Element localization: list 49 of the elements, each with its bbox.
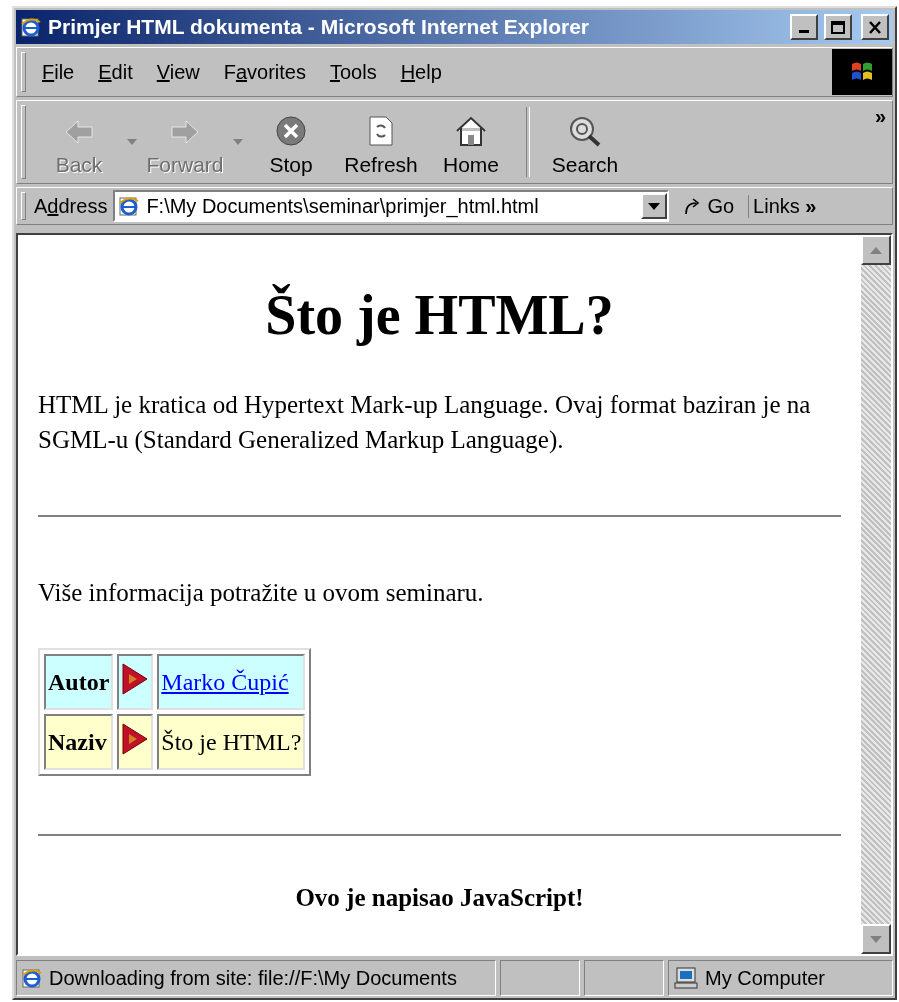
table-cell: Naziv [44,714,114,770]
toolbar-button[interactable]: Stop [246,101,336,183]
scroll-up-button[interactable] [861,235,891,265]
computer-icon [673,966,699,990]
house-icon [454,115,488,147]
ie-logo-icon [21,967,43,989]
links-button[interactable]: Links » [748,194,821,218]
maximize-button[interactable] [824,14,852,40]
zone-text: My Computer [705,966,826,990]
minimize-icon [799,29,809,33]
search-icon [568,115,602,147]
toolbar-overflow-chevron[interactable]: » [868,105,892,128]
paragraph: Više informacija potražite u ovom seminaru. [38,578,485,608]
table-cell: Autor [44,654,114,710]
minimize-button[interactable] [790,14,818,40]
ie-logo-icon [20,16,42,38]
maximize-icon [831,20,845,34]
scroll-down-button[interactable] [861,924,891,954]
close-icon [868,20,882,34]
table-cell: Što je HTML? [157,714,306,770]
address-field[interactable]: F:\My Documents\seminar\primjer_html.html [113,190,670,222]
menu-item[interactable]: Help [392,57,450,87]
menu-item[interactable]: File [34,57,83,87]
close-button[interactable] [861,14,889,40]
menu-item[interactable]: Tools [321,57,385,87]
script-output-text: Ovo je napisao JavaScript! [294,883,585,913]
dropdown-arrow-icon [648,202,661,210]
stop-icon [275,115,307,147]
play-triangle-icon [121,662,150,696]
page-heading: Što je HTML? [264,283,615,347]
paragraph: HTML je kratica od Hypertext Mark-up Language. Ovaj format baziran je na SGML-u (Standard Generalized Markup Language). [38,390,812,456]
menu-item[interactable]: Favorites [215,57,314,87]
toolbar-button[interactable]: Search [540,101,630,183]
ie-logo-icon [118,195,141,217]
up-arrow-icon [870,246,882,254]
author-link[interactable]: Marko Čupić [161,668,289,695]
play-triangle-icon [121,722,150,756]
scrollbar[interactable] [861,235,891,954]
toolbar-button[interactable]: Refresh [336,101,426,183]
window-title: Primjer HTML dokumenta - Microsoft Internet Explorer [48,15,591,39]
menu-item[interactable]: View [148,57,208,87]
refresh-page-icon [367,115,395,147]
toolbar-button[interactable]: Home [426,101,516,183]
dropdown-button[interactable] [641,193,668,219]
address-label: Address [34,194,108,218]
status-text: Downloading from site: file://F:\My Documents [49,966,457,990]
go-button[interactable]: Go [675,194,743,218]
down-arrow-icon [870,935,882,943]
menu-item[interactable]: Edit [90,57,141,87]
